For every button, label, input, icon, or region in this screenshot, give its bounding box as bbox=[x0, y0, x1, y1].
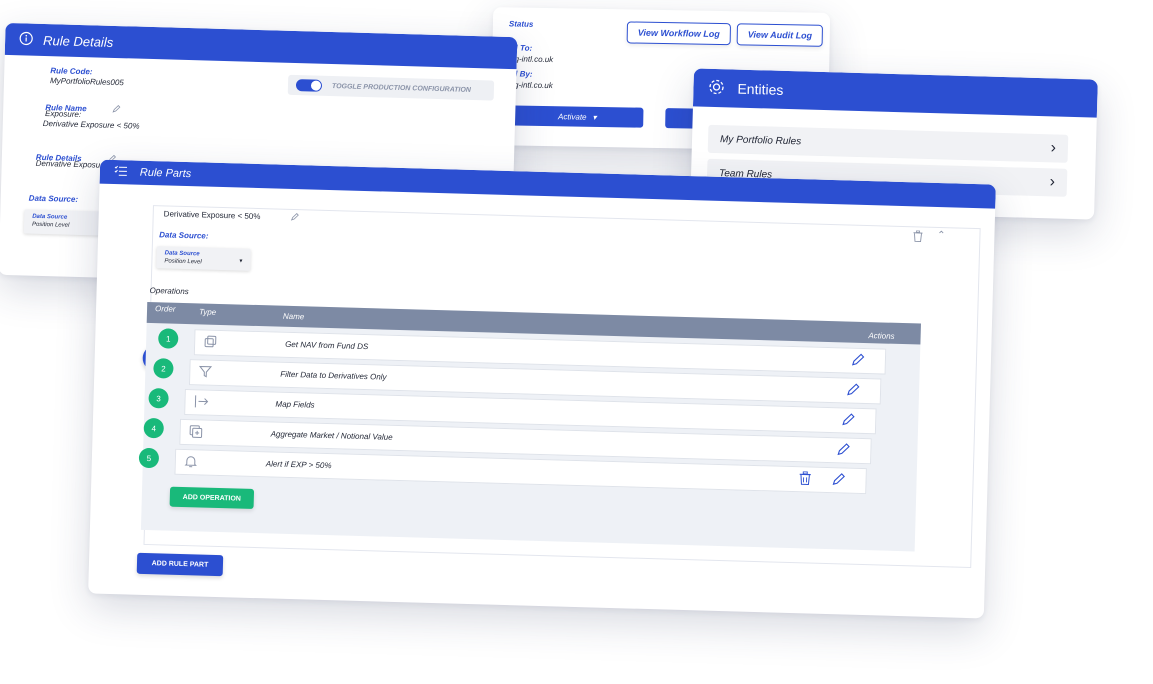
operation-name: Aggregate Market / Notional Value bbox=[270, 429, 393, 442]
add-operation-button[interactable]: ADD OPERATION bbox=[169, 486, 255, 509]
data-source-label: Data Source: bbox=[28, 193, 79, 204]
dropdown-label: Data Source bbox=[32, 213, 68, 221]
activate-button[interactable]: Activate ▾ bbox=[511, 105, 644, 128]
copy-icon bbox=[203, 335, 218, 354]
column-name: Name bbox=[282, 311, 305, 322]
operation-name: Filter Data to Derivatives Only bbox=[280, 369, 387, 382]
pencil-icon[interactable] bbox=[841, 412, 856, 431]
entities-title: Entities bbox=[737, 80, 784, 98]
toggle-switch[interactable] bbox=[295, 79, 323, 92]
operation-name: Map Fields bbox=[275, 399, 315, 410]
rule-part-title-row: Derivative Exposure < 50% bbox=[164, 206, 300, 224]
chevron-right-icon: › bbox=[1050, 139, 1057, 157]
info-icon bbox=[19, 31, 33, 48]
filter-icon bbox=[198, 364, 213, 383]
edit-icon[interactable] bbox=[290, 208, 299, 226]
entities-header: Entities bbox=[692, 68, 1098, 118]
data-source-label: Data Source: bbox=[159, 230, 209, 241]
operations-label: Operations bbox=[149, 286, 189, 297]
operations-table: Order Type Name Actions 1 Get NAV from F… bbox=[138, 301, 921, 552]
chevron-down-icon: ▾ bbox=[592, 112, 597, 122]
map-arrow-icon bbox=[193, 394, 210, 413]
pencil-icon[interactable] bbox=[851, 353, 866, 372]
operation-name: Get NAV from Fund DS bbox=[285, 339, 369, 352]
rule-name-line2: Derivative Exposure < 50% bbox=[42, 118, 140, 131]
trash-icon[interactable] bbox=[912, 229, 923, 247]
column-type: Type bbox=[198, 307, 217, 317]
operation-order: 2 bbox=[153, 358, 174, 379]
bell-icon bbox=[184, 454, 199, 473]
collapse-icon[interactable]: ⌃ bbox=[937, 230, 946, 241]
chevron-down-icon: ▾ bbox=[239, 258, 243, 265]
operation-order: 1 bbox=[157, 328, 179, 349]
gear-icon bbox=[707, 77, 726, 98]
view-workflow-log-button[interactable]: View Workflow Log bbox=[626, 21, 731, 46]
rule-details-title: Rule Details bbox=[42, 32, 114, 50]
rule-part-panel: Derivative Exposure < 50% ⌃ Data Source:… bbox=[138, 205, 981, 569]
rule-part-title: Derivative Exposure < 50% bbox=[163, 208, 261, 221]
add-rule-part-button[interactable]: ADD RULE PART bbox=[136, 552, 224, 577]
entity-item-my-portfolio-rules[interactable]: My Portfolio Rules › bbox=[707, 124, 1069, 163]
column-actions: Actions bbox=[868, 331, 895, 341]
toggle-label: TOGGLE PRODUCTION CONFIGURATION bbox=[331, 82, 471, 94]
column-order: Order bbox=[154, 304, 176, 314]
pencil-icon[interactable] bbox=[831, 472, 846, 491]
pencil-icon[interactable] bbox=[836, 442, 851, 461]
rule-details-header: Rule Details bbox=[4, 22, 518, 70]
aggregate-icon bbox=[188, 424, 203, 443]
rule-parts-title: Rule Parts bbox=[139, 166, 192, 181]
operation-order: 3 bbox=[148, 388, 169, 409]
chevron-right-icon: › bbox=[1049, 173, 1056, 191]
operation-name: Alert if EXP > 50% bbox=[265, 459, 332, 471]
rule-code-value: MyPortfolioRules005 bbox=[49, 76, 124, 88]
activate-label: Activate bbox=[558, 111, 587, 122]
view-audit-log-button[interactable]: View Audit Log bbox=[736, 23, 824, 47]
checklist-icon bbox=[114, 164, 128, 179]
dropdown-label: Data Source bbox=[164, 250, 200, 258]
rule-code-label: Rule Code: bbox=[50, 66, 93, 77]
operation-order: 4 bbox=[143, 417, 165, 439]
status-label: Status bbox=[508, 19, 534, 29]
pencil-icon[interactable] bbox=[846, 382, 861, 401]
dropdown-value: Position Level bbox=[31, 221, 70, 229]
operation-order: 5 bbox=[138, 447, 160, 469]
production-toggle[interactable]: TOGGLE PRODUCTION CONFIGURATION bbox=[287, 74, 495, 101]
rule-parts-card: Rule Parts 1 Derivative Exposure < 50% ⌃… bbox=[88, 159, 996, 619]
edit-icon[interactable] bbox=[112, 100, 121, 118]
rule-name-line1: Exposure: bbox=[44, 109, 82, 120]
data-source-dropdown[interactable]: Data Source Position Level ▾ bbox=[156, 246, 251, 271]
trash-icon[interactable] bbox=[798, 471, 812, 490]
dropdown-value: Position Level bbox=[164, 258, 202, 266]
entity-item-label: My Portfolio Rules bbox=[719, 133, 802, 147]
